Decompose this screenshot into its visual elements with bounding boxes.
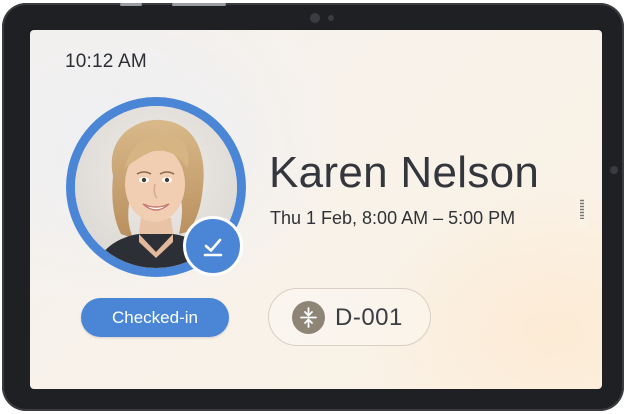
tablet-frame: 10:12 AM Karen Nelson Thu 1 Feb, 8:00 AM…: [2, 3, 624, 411]
checked-in-status-button[interactable]: Checked-in: [81, 298, 229, 337]
clock-time: 10:12 AM: [65, 51, 147, 72]
power-button: [172, 3, 226, 6]
desk-icon-badge: [292, 301, 325, 334]
front-camera-icon: [310, 13, 320, 23]
kiosk-screen: 10:12 AM Karen Nelson Thu 1 Feb, 8:00 AM…: [30, 30, 602, 389]
desk-assignment-chip[interactable]: D-001: [268, 288, 431, 346]
checked-in-badge: [183, 216, 243, 276]
check-in-icon: [203, 238, 223, 257]
collapse-vertical-icon: [300, 307, 317, 328]
sensor-icon: [328, 15, 334, 21]
visit-schedule: Thu 1 Feb, 8:00 AM – 5:00 PM: [270, 208, 516, 228]
volume-button: [120, 3, 142, 6]
desk-code: D-001: [335, 304, 403, 331]
visitor-name: Karen Nelson: [269, 148, 540, 197]
grip-dots-icon: [580, 199, 584, 219]
drawer-handle[interactable]: [577, 189, 587, 229]
side-sensor-icon: [610, 166, 618, 174]
